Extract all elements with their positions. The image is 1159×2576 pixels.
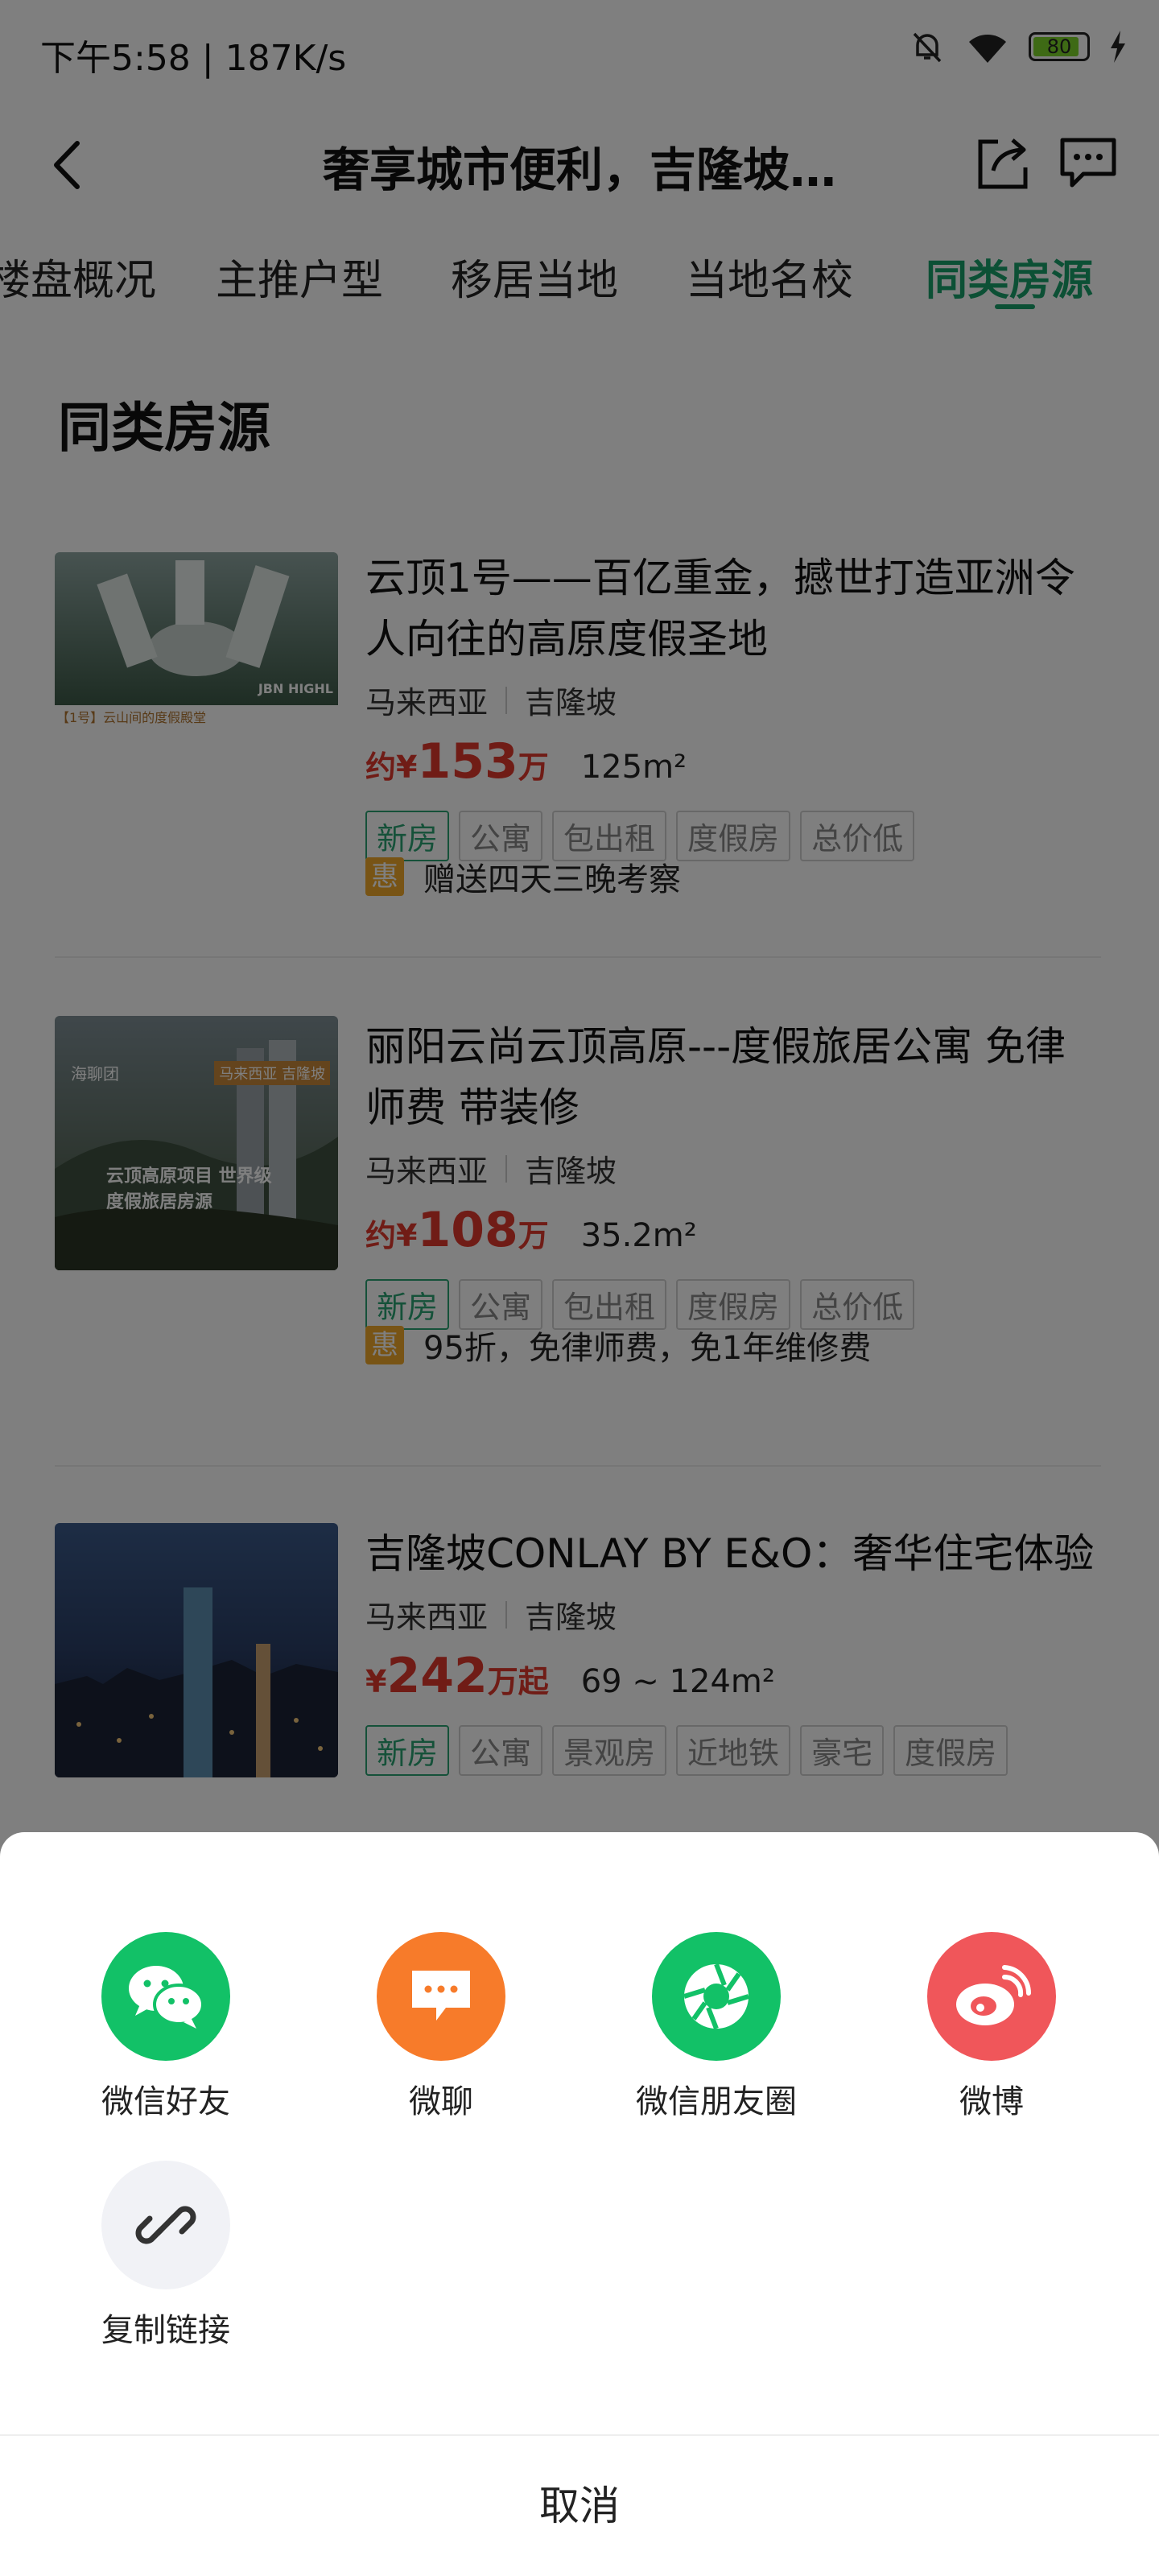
share-sheet: 微信好友 微聊 微信朋友圈 微博 复制链接 取消 [0,1832,1159,2576]
share-label: 微信好友 [101,2083,230,2120]
moments-icon [652,1932,781,2061]
share-weiliao[interactable]: 微聊 [320,1932,562,2122]
share-label: 微信朋友圈 [636,2083,797,2120]
share-weibo[interactable]: 微博 [871,1932,1112,2122]
share-copy-link[interactable]: 复制链接 [45,2161,287,2351]
cancel-button[interactable]: 取消 [0,2436,1159,2576]
share-wechat-moments[interactable]: 微信朋友圈 [596,1932,837,2122]
chat-icon [377,1932,505,2061]
wechat-icon [101,1932,230,2061]
weibo-icon [927,1932,1056,2061]
share-label: 复制链接 [101,2312,230,2349]
share-wechat-friend[interactable]: 微信好友 [45,1932,287,2122]
share-label: 微博 [959,2083,1024,2120]
link-icon [101,2161,230,2289]
share-label: 微聊 [409,2083,473,2120]
